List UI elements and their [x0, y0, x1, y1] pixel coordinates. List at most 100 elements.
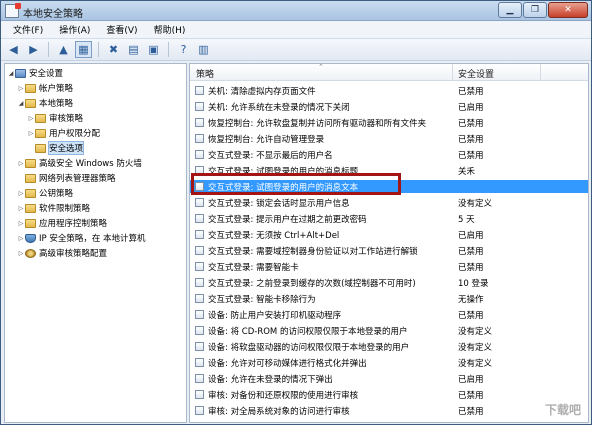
policy-setting-value: 已禁用	[458, 311, 484, 321]
policy-list-pane: 策略 ⌃ 安全设置 关机: 清除虚拟内存页面文件 已禁用 关机: 允许系统在未登录的…	[189, 63, 589, 423]
tree-item[interactable]: 安全选项	[27, 141, 85, 155]
table-row[interactable]: 设备: 允许在未登录的情况下弹出 已启用	[190, 372, 588, 385]
minimize-button[interactable]: ▁	[498, 2, 522, 18]
tree-item-label: 本地策略	[39, 99, 74, 109]
policy-name: 交互式登录: 试图登录的用户的消息文本	[208, 183, 359, 193]
menu-help[interactable]: 帮助(H)	[146, 23, 194, 36]
policy-name: 交互式登录: 无须按 Ctrl+Alt+Del	[208, 231, 340, 241]
table-row[interactable]: 交互式登录: 之前登录到缓存的次数(域控制器不可用时) 10 登录	[190, 276, 588, 289]
close-button[interactable]: ✕	[548, 2, 588, 18]
policy-name: 交互式登录: 不显示最后的用户名	[208, 151, 333, 161]
policy-icon	[195, 294, 204, 303]
policy-name: 恢复控制台: 允许自动管理登录	[208, 135, 325, 145]
table-row[interactable]: 交互式登录: 需要智能卡 已禁用	[190, 260, 588, 273]
policy-name: 交互式登录: 之前登录到缓存的次数(域控制器不可用时)	[208, 279, 416, 289]
menu-file[interactable]: 文件(F)	[5, 23, 51, 36]
export-list-icon[interactable]: ▣	[145, 41, 162, 58]
show-tree-icon[interactable]: ▦	[75, 41, 92, 58]
tree-item[interactable]: ▷ 公钥策略	[17, 187, 73, 199]
folder-icon	[35, 143, 46, 153]
policy-setting-value: 已启用	[458, 231, 484, 241]
audit-config-icon	[25, 248, 36, 258]
expand-arrow-icon[interactable]: ▷	[17, 85, 25, 92]
table-row[interactable]: 审核: 对备份和还原权限的使用进行审核 已禁用	[190, 388, 588, 401]
properties-icon[interactable]: ▤	[125, 41, 142, 58]
policy-icon	[195, 310, 204, 319]
delete-icon[interactable]: ✖	[105, 41, 122, 58]
forward-arrow-icon[interactable]: ▶	[25, 41, 42, 58]
tree-item[interactable]: ▷ 高级安全 Windows 防火墙	[17, 157, 142, 169]
table-row[interactable]: 交互式登录: 需要域控制器身份验证以对工作站进行解锁 已禁用	[190, 244, 588, 257]
policy-name: 关机: 允许系统在未登录的情况下关闭	[208, 103, 350, 113]
expand-arrow-icon[interactable]: ▷	[17, 235, 25, 242]
policy-name: 设备: 将 CD-ROM 的访问权限仅限于本地登录的用户	[208, 327, 408, 337]
tree-item[interactable]: ◢ 本地策略	[17, 97, 73, 109]
tree-item[interactable]: ▷ 用户权限分配	[27, 127, 100, 139]
table-row[interactable]: 交互式登录: 试图登录的用户的消息标题 关禾	[190, 164, 588, 177]
policy-setting-value: 已禁用	[458, 407, 484, 417]
tree-item-label: 安全选项	[47, 141, 85, 155]
table-row[interactable]: 审核: 对全局系统对象的访问进行审核 已禁用	[190, 404, 588, 417]
table-row[interactable]: 交互式登录: 智能卡移除行为 无操作	[190, 292, 588, 305]
table-row[interactable]: 恢复控制台: 允许自动管理登录 已禁用	[190, 132, 588, 145]
policy-setting-value: 已禁用	[458, 263, 484, 273]
folder-icon	[35, 128, 46, 138]
tree-item[interactable]: 网络列表管理器策略	[17, 172, 116, 184]
window-controls: ▁ ❐ ✕	[498, 2, 588, 18]
tree-item[interactable]: ▷ 软件限制策略	[17, 202, 90, 214]
restore-button[interactable]: ❐	[523, 2, 547, 18]
policy-icon	[195, 358, 204, 367]
policy-setting-value: 没有定义	[458, 199, 493, 209]
policy-setting-value: 已禁用	[458, 87, 484, 97]
table-row[interactable]: 设备: 将软盘驱动器的访问权限仅限于本地登录的用户 没有定义	[190, 340, 588, 353]
table-row[interactable]: 恢复控制台: 允许软盘复制并访问所有驱动器和所有文件夹 已禁用	[190, 116, 588, 129]
column-divider[interactable]	[540, 64, 541, 81]
tree-item[interactable]: ▷ 帐户策略	[17, 82, 73, 94]
expand-arrow-icon[interactable]: ▷	[27, 130, 35, 137]
up-folder-icon[interactable]: ▲	[55, 41, 72, 58]
console-icon[interactable]: ▥	[195, 41, 212, 58]
policy-icon	[195, 342, 204, 351]
expand-arrow-icon[interactable]: ▷	[17, 160, 25, 167]
column-header-policy[interactable]: 策略	[196, 67, 214, 80]
tree-item[interactable]: ▷ 审核策略	[27, 112, 83, 124]
expand-arrow-icon[interactable]: ▷	[27, 115, 35, 122]
menu-view[interactable]: 查看(V)	[98, 23, 145, 36]
table-row[interactable]: 交互式登录: 不显示最后的用户名 已禁用	[190, 148, 588, 161]
table-row[interactable]: 关机: 清除虚拟内存页面文件 已禁用	[190, 84, 588, 97]
table-row[interactable]: 交互式登录: 无须按 Ctrl+Alt+Del 已启用	[190, 228, 588, 241]
folder-icon	[25, 173, 36, 183]
table-row[interactable]: 交互式登录: 试图登录的用户的消息文本	[190, 180, 588, 193]
policy-name: 审核: 对备份和还原权限的使用进行审核	[208, 391, 359, 401]
policy-name: 交互式登录: 提示用户在过期之前更改密码	[208, 215, 367, 225]
toolbar-separator	[168, 42, 169, 57]
expand-arrow-icon[interactable]: ◢	[17, 100, 25, 107]
table-row[interactable]: 设备: 允许对可移动媒体进行格式化并弹出 没有定义	[190, 356, 588, 369]
table-row[interactable]: 交互式登录: 锁定会话时显示用户信息 没有定义	[190, 196, 588, 209]
expand-arrow-icon[interactable]: ▷	[17, 190, 25, 197]
column-header-setting[interactable]: 安全设置	[458, 67, 494, 80]
table-row[interactable]: 关机: 允许系统在未登录的情况下关闭 已启用	[190, 100, 588, 113]
expand-arrow-icon[interactable]: ◢	[7, 70, 15, 77]
policy-setting-value: 已禁用	[458, 391, 484, 401]
tree-item-label: 高级审核策略配置	[39, 249, 108, 259]
column-divider[interactable]	[452, 64, 453, 81]
tree-item[interactable]: ▷ 高级审核策略配置	[17, 247, 107, 259]
policy-name: 恢复控制台: 允许软盘复制并访问所有驱动器和所有文件夹	[208, 119, 427, 129]
tree-item[interactable]: ▷ 应用程序控制策略	[17, 217, 107, 229]
tree-item[interactable]: ▷ IP 安全策略，在 本地计算机	[17, 232, 146, 244]
policy-setting-value: 已禁用	[458, 151, 484, 161]
expand-arrow-icon[interactable]: ▷	[17, 250, 25, 257]
policy-icon	[195, 198, 204, 207]
policy-name: 交互式登录: 试图登录的用户的消息标题	[208, 167, 359, 177]
table-row[interactable]: 设备: 防止用户安装打印机驱动程序 已禁用	[190, 308, 588, 321]
help-icon[interactable]: ?	[175, 41, 192, 58]
table-row[interactable]: 设备: 将 CD-ROM 的访问权限仅限于本地登录的用户 没有定义	[190, 324, 588, 337]
table-row[interactable]: 交互式登录: 提示用户在过期之前更改密码 5 天	[190, 212, 588, 225]
tree-item[interactable]: ◢ 安全设置	[7, 67, 63, 79]
expand-arrow-icon[interactable]: ▷	[17, 220, 25, 227]
expand-arrow-icon[interactable]: ▷	[17, 205, 25, 212]
back-arrow-icon[interactable]: ◀	[5, 41, 22, 58]
policy-name: 关机: 清除虚拟内存页面文件	[208, 87, 316, 97]
menu-action[interactable]: 操作(A)	[51, 23, 98, 36]
